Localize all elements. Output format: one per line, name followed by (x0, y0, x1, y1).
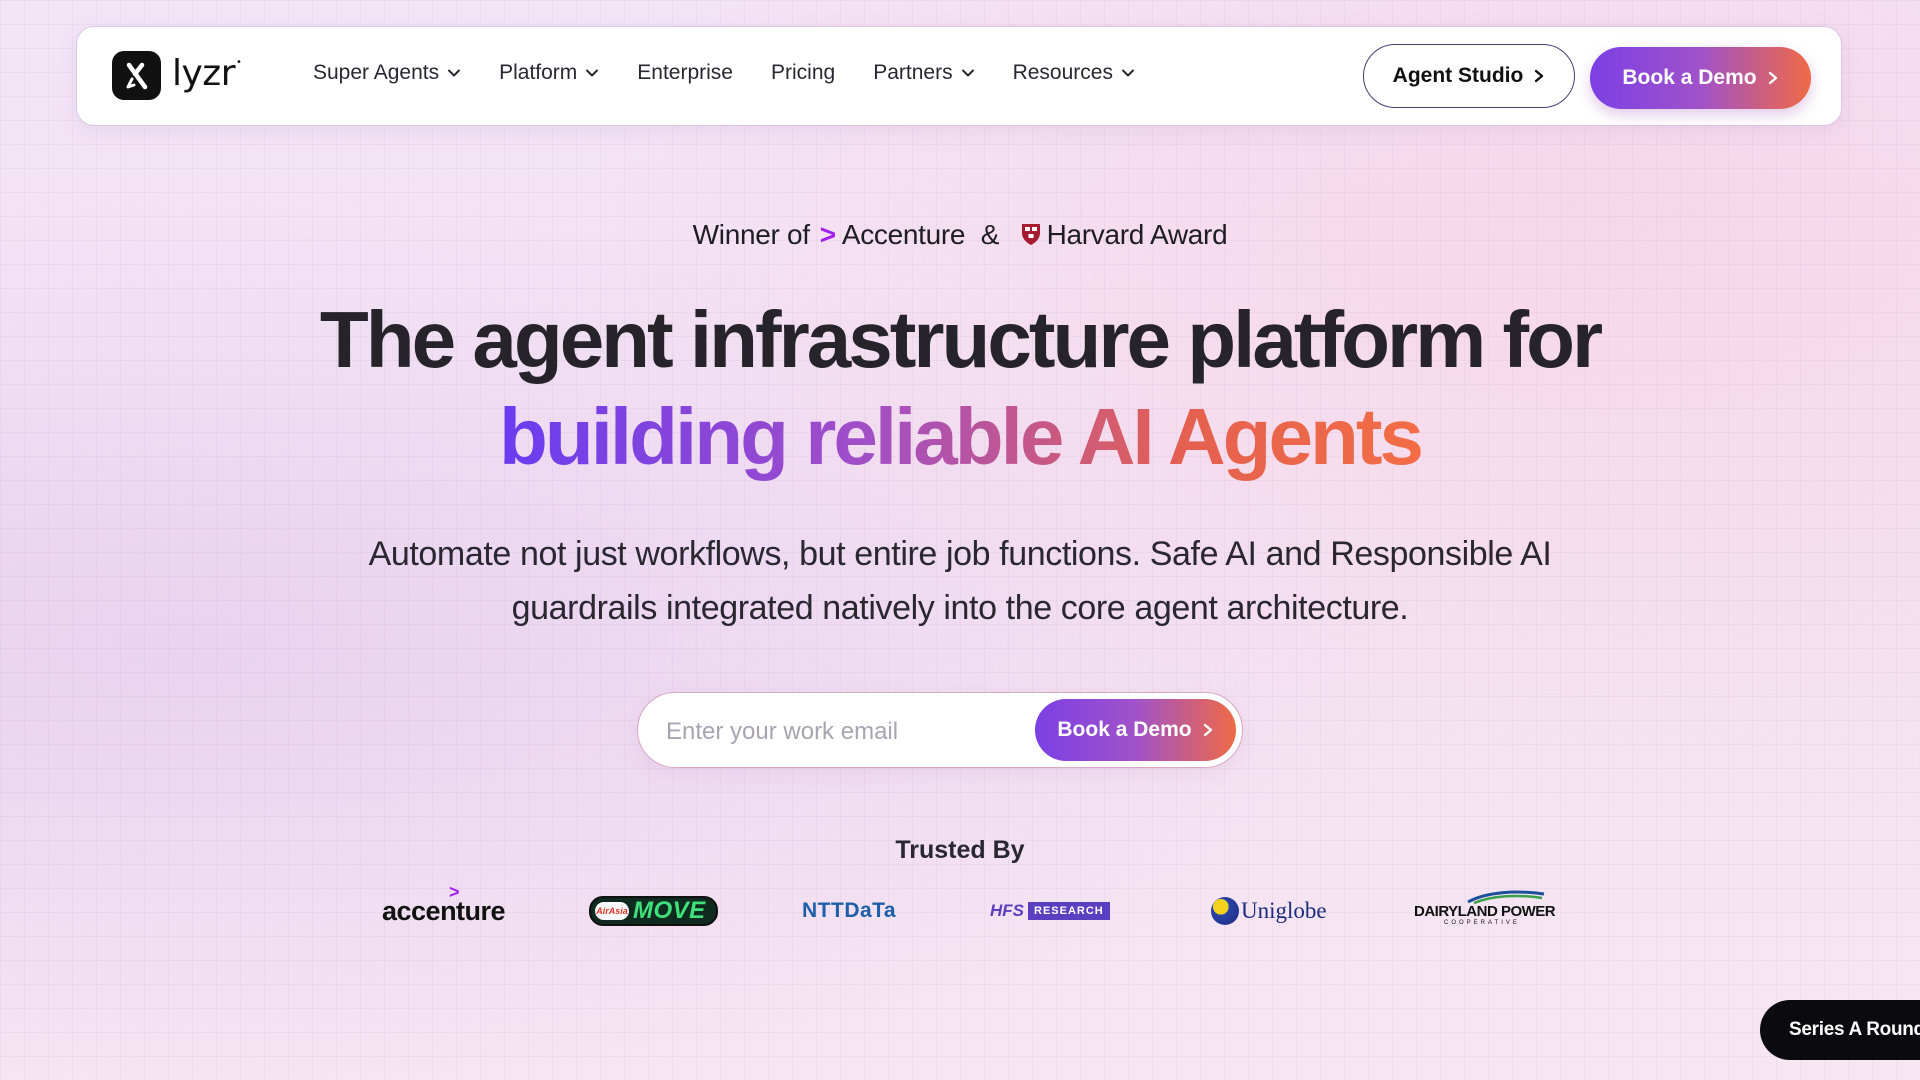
airasia-move-logo: AirAsia MOVE (589, 886, 718, 936)
harvard-shield-icon (1021, 224, 1040, 245)
nav-item-label: Partners (873, 61, 953, 84)
uniglobe-logo: Uniglobe (1211, 886, 1327, 936)
globe-icon (1211, 897, 1239, 925)
work-email-input[interactable] (664, 713, 1008, 751)
accenture-mark-icon: > (449, 882, 460, 902)
top-navbar: lyzr• Super Agents Platform Enterprise P… (76, 26, 1842, 126)
nav-item-label: Enterprise (637, 61, 733, 84)
accenture-mark-icon: > (819, 219, 836, 250)
headline-line-1: The agent infrastructure platform for (319, 295, 1603, 384)
nav-item-label: Resources (1012, 61, 1113, 84)
research-text: RESEARCH (1028, 902, 1110, 920)
series-a-badge[interactable]: Series A Round (1760, 1000, 1920, 1060)
book-demo-nav-button[interactable]: Book a Demo (1590, 47, 1811, 109)
nav-item-super-agents[interactable]: Super Agents (313, 61, 461, 85)
email-form: Book a Demo (637, 692, 1243, 768)
client-logos: > accenture AirAsia MOVE NTTDaTa HFS RES… (0, 882, 1920, 936)
airasia-small-text: AirAsia (595, 902, 629, 920)
book-demo-label: Book a Demo (1622, 66, 1757, 89)
lyzr-logo-icon (112, 51, 161, 100)
brand-name: lyzr• (172, 53, 242, 94)
award-harvard: Harvard Award (1046, 219, 1228, 250)
dairyland-sub-text: COOPERATIVE (1444, 920, 1520, 926)
wave-swoosh-icon (1467, 890, 1545, 904)
headline-line-2: building reliable AI Agents (0, 397, 1920, 477)
brand-logo[interactable]: lyzr• (112, 51, 242, 100)
nav-item-label: Super Agents (313, 61, 440, 84)
nav-item-pricing[interactable]: Pricing (771, 61, 835, 85)
subtext-line-1: Automate not just workflows, but entire … (368, 535, 1552, 573)
chevron-down-icon (961, 69, 974, 77)
nav-item-enterprise[interactable]: Enterprise (637, 61, 733, 85)
dairyland-power-logo: DAIRYLAND POWER COOPERATIVE (1414, 886, 1556, 936)
move-pill: AirAsia MOVE (589, 896, 718, 926)
agent-studio-button[interactable]: Agent Studio (1363, 44, 1575, 108)
chevron-down-icon (586, 69, 599, 77)
chevron-right-icon (1203, 723, 1212, 737)
accenture-logo: > accenture (382, 882, 506, 936)
chevron-down-icon (448, 69, 461, 77)
ntt-data-logo-text: NTTDaTa (802, 899, 897, 922)
headline-gradient-text: building reliable AI Agents (498, 392, 1424, 481)
award-prefix: Winner of (692, 219, 810, 250)
dairyland-logo-text: DAIRYLAND POWER (1414, 902, 1556, 920)
trusted-by-title: Trusted By (895, 836, 1025, 864)
ntt-data-logo: NTTDaTa (802, 886, 896, 936)
award-ampersand: & (980, 219, 1000, 250)
hfs-research-logo: HFS RESEARCH (990, 886, 1110, 936)
book-demo-hero-button[interactable]: Book a Demo (1035, 699, 1236, 761)
chevron-down-icon (1121, 69, 1134, 77)
subtext-line-2: guardrails integrated natively into the … (511, 589, 1409, 627)
accenture-logo-text: accenture (382, 895, 506, 926)
agent-studio-label: Agent Studio (1392, 64, 1524, 87)
award-line: Winner of > Accenture & Harvard Award (0, 219, 1920, 251)
main-menu: Super Agents Platform Enterprise Pricing… (313, 61, 1173, 85)
nav-item-platform[interactable]: Platform (499, 61, 599, 85)
award-accenture: Accenture (841, 219, 966, 250)
nav-item-resources[interactable]: Resources (1013, 61, 1135, 85)
hfs-text: HFS (990, 901, 1024, 920)
nav-item-label: Pricing (771, 61, 836, 84)
book-demo-label: Book a Demo (1057, 718, 1192, 741)
nav-item-partners[interactable]: Partners (873, 61, 974, 85)
move-logo-text: MOVE (633, 897, 706, 924)
chevron-right-icon (1768, 71, 1777, 85)
chevron-right-icon (1535, 69, 1544, 83)
series-a-label: Series A Round (1789, 1019, 1920, 1040)
uniglobe-logo-text: Uniglobe (1241, 898, 1327, 923)
nav-item-label: Platform (499, 61, 578, 84)
